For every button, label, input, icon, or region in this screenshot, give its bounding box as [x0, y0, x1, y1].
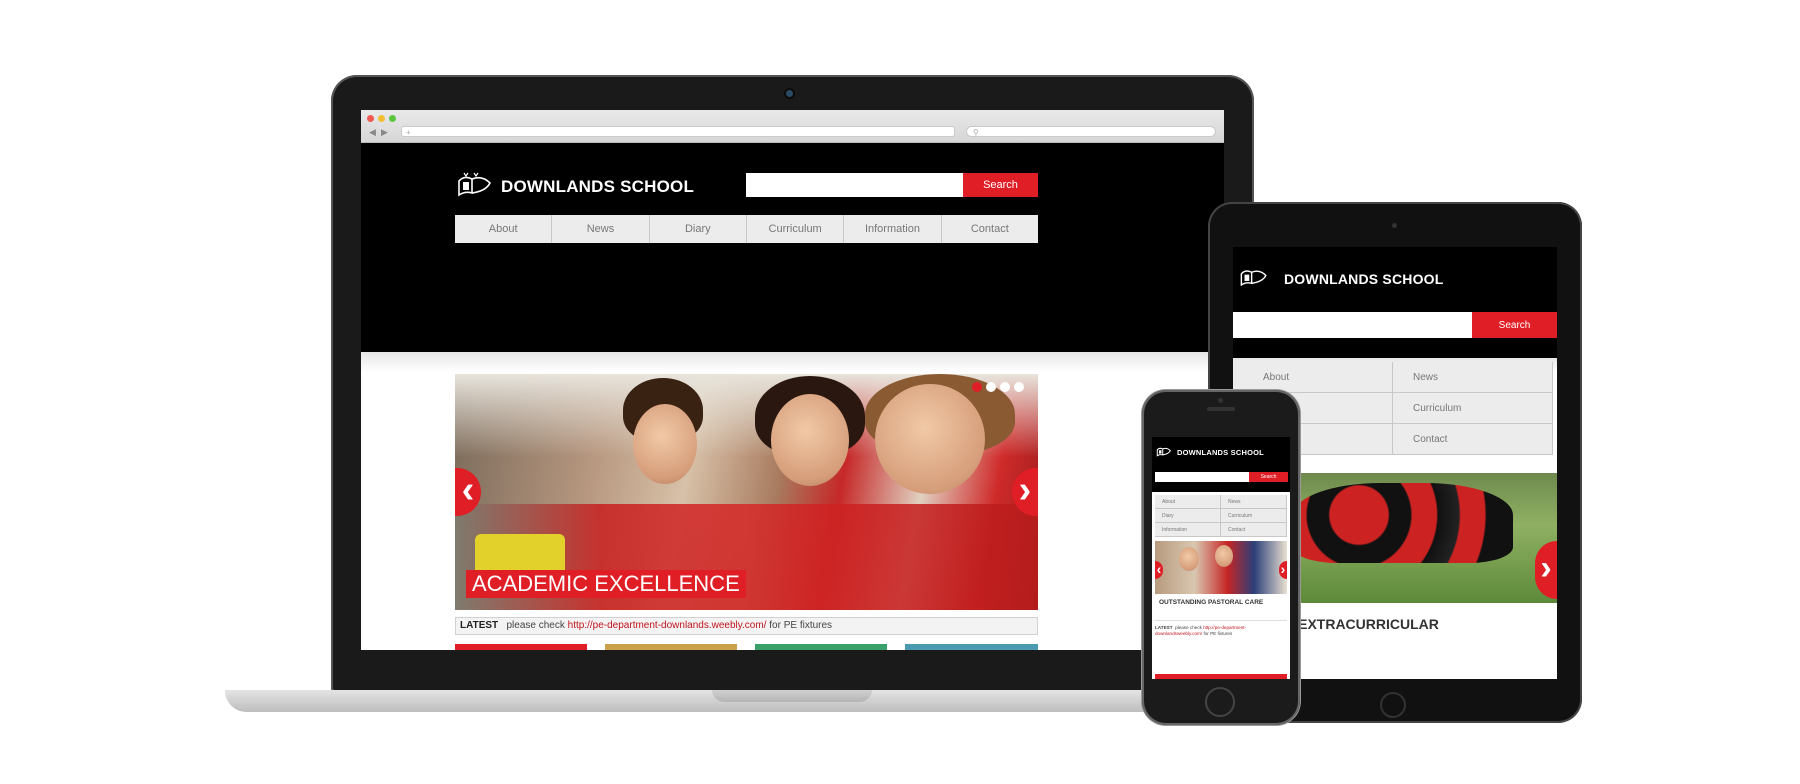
tablet-home-button[interactable]: [1380, 692, 1406, 718]
latest-text: please check: [1175, 625, 1202, 630]
nav-item-information[interactable]: Information: [1155, 523, 1221, 537]
latest-link[interactable]: http://pe-department-downlands.weebly.co…: [568, 620, 767, 631]
slide-caption: OUTSTANDING PASTORAL CARE: [1159, 599, 1264, 606]
nav-item-curriculum[interactable]: Curriculum: [747, 215, 845, 243]
nav-item-about[interactable]: About: [455, 215, 553, 243]
phone-speaker: [1207, 407, 1235, 411]
site-search-button[interactable]: Search: [1249, 472, 1288, 482]
latest-ticker: LATEST please check http://pe-department…: [455, 617, 1038, 635]
slider-dot[interactable]: [1000, 382, 1010, 392]
main-nav: About News Diary Curriculum Information …: [455, 215, 1038, 243]
latest-suffix: for PE fixtures: [769, 620, 833, 631]
nav-item-news[interactable]: News: [1393, 362, 1553, 393]
nav-item-curriculum[interactable]: Curriculum: [1393, 393, 1553, 424]
site-search-input[interactable]: [1155, 472, 1249, 482]
nav-item-diary[interactable]: Diary: [1155, 509, 1221, 523]
search-icon: ⚲: [973, 128, 979, 137]
school-crest-logo[interactable]: [1156, 445, 1172, 458]
site-search-input[interactable]: [1233, 312, 1472, 338]
laptop-camera: [786, 90, 793, 97]
browser-chrome: ◀ ▶ + ⚲: [361, 110, 1224, 143]
student-photo: [633, 404, 697, 484]
slider-dot[interactable]: [986, 382, 996, 392]
latest-suffix: for PE fixtures: [1203, 631, 1233, 636]
tablet-header: DOWNLANDS SCHOOL Search: [1233, 247, 1557, 358]
site-search-button[interactable]: Search: [1472, 312, 1557, 338]
latest-label: LATEST: [460, 620, 499, 631]
hero-slider: ACADEMIC EXCELLENCE ‹ ›: [455, 374, 1038, 610]
slider-next-button[interactable]: ›: [1279, 561, 1287, 579]
pastoral-photo: ‹ ›: [1155, 541, 1287, 594]
browser-search-bar[interactable]: ⚲: [966, 126, 1216, 137]
phone-camera: [1218, 398, 1223, 403]
nav-item-diary[interactable]: Diary: [650, 215, 747, 243]
slider-next-button[interactable]: ›: [1535, 541, 1557, 599]
phone-home-button[interactable]: [1205, 687, 1235, 717]
zoom-window-button[interactable]: [389, 115, 396, 122]
site-title[interactable]: DOWNLANDS SCHOOL: [501, 177, 694, 197]
phone-header: DOWNLANDS SCHOOL Search: [1152, 437, 1290, 492]
nav-item-contact[interactable]: Contact: [1221, 523, 1287, 537]
nav-item-about[interactable]: About: [1155, 495, 1221, 509]
pastoral-tile[interactable]: [455, 644, 587, 650]
new-tab-icon[interactable]: +: [406, 128, 411, 137]
laptop-screen: ◀ ▶ + ⚲ DOWNLANDS SCHOOL Search About Ne…: [361, 110, 1224, 650]
laptop-notch: [712, 690, 872, 702]
phone-screen: DOWNLANDS SCHOOL Search About News Diary…: [1152, 437, 1290, 679]
site-header: DOWNLANDS SCHOOL Search About News Diary…: [361, 143, 1224, 352]
content-area: ACADEMIC EXCELLENCE ‹ › LATEST please ch…: [361, 352, 1224, 650]
nav-item-contact[interactable]: Contact: [942, 215, 1038, 243]
address-bar[interactable]: +: [401, 126, 955, 137]
nav-item-news[interactable]: News: [1221, 495, 1287, 509]
slider-dot[interactable]: [1014, 382, 1024, 392]
site-search-input[interactable]: [746, 173, 963, 197]
curriculum-tile[interactable]: [905, 644, 1038, 650]
site-search-button[interactable]: Search: [963, 173, 1038, 197]
minimize-window-button[interactable]: [378, 115, 385, 122]
diary-tile[interactable]: 24: [755, 644, 887, 650]
latest-label: LATEST: [1155, 625, 1173, 630]
school-crest-logo[interactable]: [1239, 265, 1269, 289]
teacher-photo: [771, 394, 849, 486]
student-photo: [875, 384, 985, 494]
latest-text: please check: [506, 620, 565, 631]
close-window-button[interactable]: [367, 115, 374, 122]
back-icon[interactable]: ◀: [369, 127, 376, 138]
nav-item-news[interactable]: News: [552, 215, 650, 243]
connectivity-tile[interactable]: [605, 644, 737, 650]
forward-icon[interactable]: ▶: [381, 127, 388, 138]
nav-item-about[interactable]: About: [1233, 362, 1393, 393]
tablet-camera: [1392, 223, 1397, 228]
nav-item-information[interactable]: Information: [844, 215, 942, 243]
phone-nav: About News Diary Curriculum Information …: [1155, 495, 1287, 537]
slide-caption[interactable]: ACADEMIC EXCELLENCE: [466, 570, 746, 598]
site-title[interactable]: DOWNLANDS SCHOOL: [1284, 271, 1444, 287]
slider-prev-button[interactable]: ‹: [1155, 561, 1163, 579]
slider-dot[interactable]: [972, 382, 982, 392]
tile-strip: [1155, 674, 1287, 679]
site-title[interactable]: DOWNLANDS SCHOOL: [1177, 448, 1264, 457]
slider-dots: [972, 382, 1024, 392]
latest-ticker: LATEST please check http://pe-department…: [1155, 620, 1287, 637]
school-crest-logo[interactable]: [456, 171, 494, 199]
nav-item-contact[interactable]: Contact: [1393, 424, 1553, 455]
nav-item-curriculum[interactable]: Curriculum: [1221, 509, 1287, 523]
